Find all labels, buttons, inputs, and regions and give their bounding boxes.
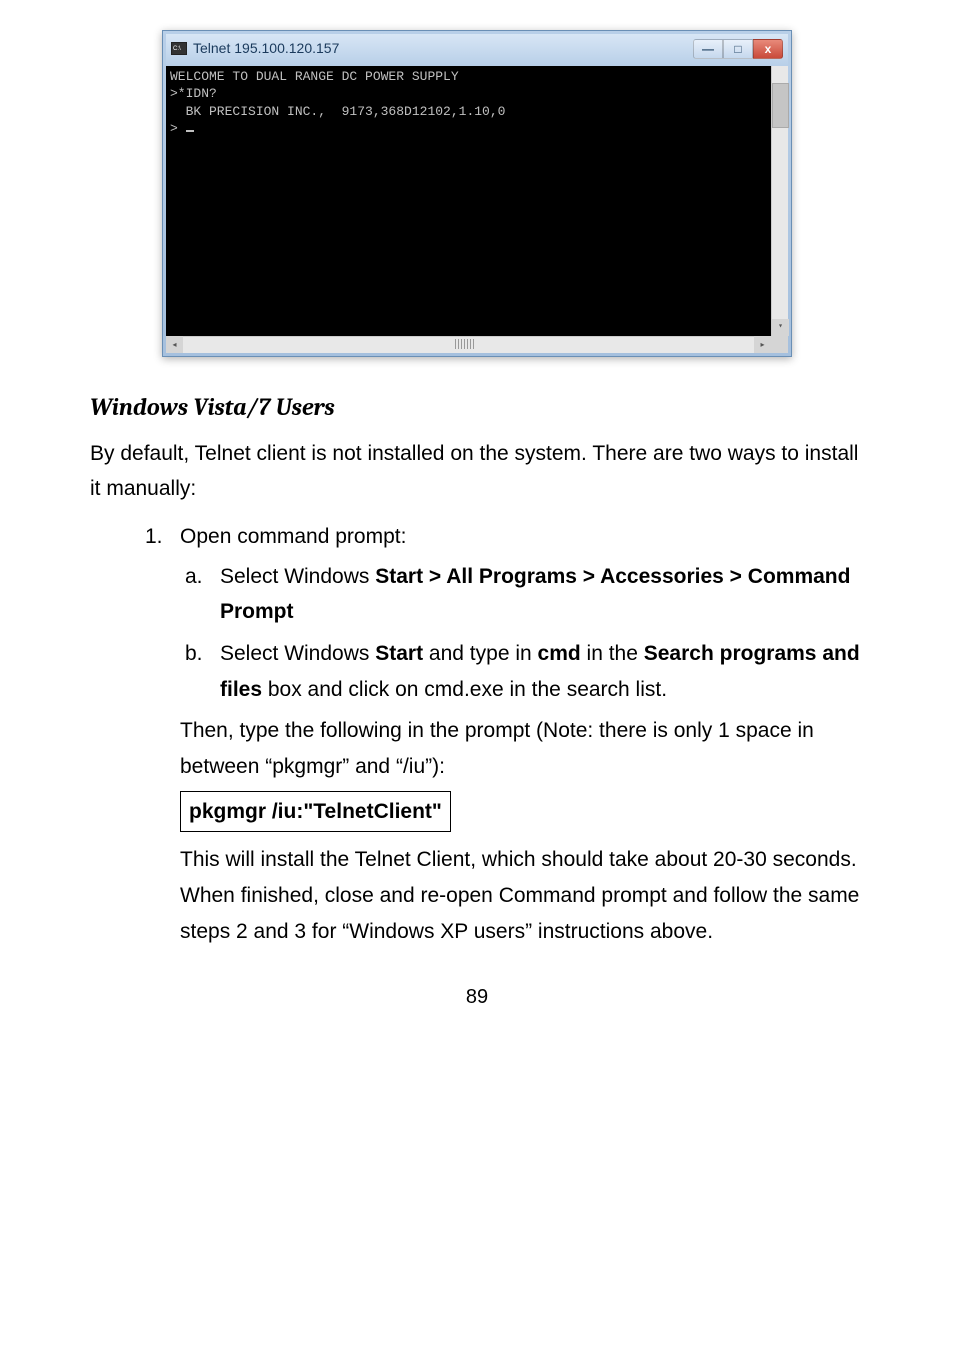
code-command: pkgmgr /iu:"TelnetClient"	[180, 791, 451, 833]
maximize-button[interactable]: □	[723, 39, 753, 59]
page-number: 89	[90, 980, 864, 1014]
scroll-left-icon[interactable]: ◂	[166, 336, 183, 353]
section-heading: Windows Vista/7 Users	[90, 387, 864, 428]
step-a-prefix: Select Windows	[220, 565, 375, 588]
title-bar[interactable]: Telnet 195.100.120.157 — □ x	[166, 34, 788, 66]
cmd-icon	[171, 42, 187, 55]
step-1-text: Open command prompt:	[180, 525, 406, 548]
step-b-tail: box and click on cmd.exe in the search l…	[262, 678, 667, 701]
scroll-corner	[771, 336, 788, 353]
console-text: WELCOME TO DUAL RANGE DC POWER SUPPLY >*…	[170, 69, 505, 137]
step-b: b.Select Windows Start and type in cmd i…	[220, 636, 864, 707]
step-b-b1: Start	[375, 642, 423, 665]
then-text: Then, type the following in the prompt (…	[180, 713, 864, 784]
title-left: Telnet 195.100.120.157	[171, 37, 339, 61]
step-1-marker: 1.	[145, 519, 180, 555]
step-b-b2: cmd	[538, 642, 581, 665]
vertical-scrollbar[interactable]: ▴ ▾	[771, 66, 788, 336]
close-button[interactable]: x	[753, 39, 783, 59]
window-controls: — □ x	[693, 39, 783, 59]
step-1: 1.Open command prompt:	[145, 519, 864, 555]
horizontal-scrollbar[interactable]: ◂ ▸	[166, 336, 788, 353]
step-b-mid2: in the	[581, 642, 644, 665]
step-a: a.Select Windows Start > All Programs > …	[220, 559, 864, 630]
step-a-marker: a.	[185, 559, 220, 595]
telnet-window: Telnet 195.100.120.157 — □ x WELCOME TO …	[162, 30, 792, 357]
intro-text: By default, Telnet client is not install…	[90, 436, 864, 507]
scroll-thumb[interactable]	[772, 83, 789, 128]
after-text: This will install the Telnet Client, whi…	[180, 842, 864, 949]
minimize-button[interactable]: —	[693, 39, 723, 59]
step-b-marker: b.	[185, 636, 220, 672]
step-b-prefix: Select Windows	[220, 642, 375, 665]
scroll-track[interactable]	[183, 336, 788, 353]
scroll-right-icon[interactable]: ▸	[754, 336, 771, 353]
step-b-mid1: and type in	[423, 642, 537, 665]
scroll-grip-icon	[455, 339, 475, 349]
cursor-icon	[186, 130, 194, 132]
console-area[interactable]: WELCOME TO DUAL RANGE DC POWER SUPPLY >*…	[166, 66, 788, 336]
scroll-down-icon[interactable]: ▾	[772, 319, 789, 336]
window-title: Telnet 195.100.120.157	[193, 37, 339, 61]
